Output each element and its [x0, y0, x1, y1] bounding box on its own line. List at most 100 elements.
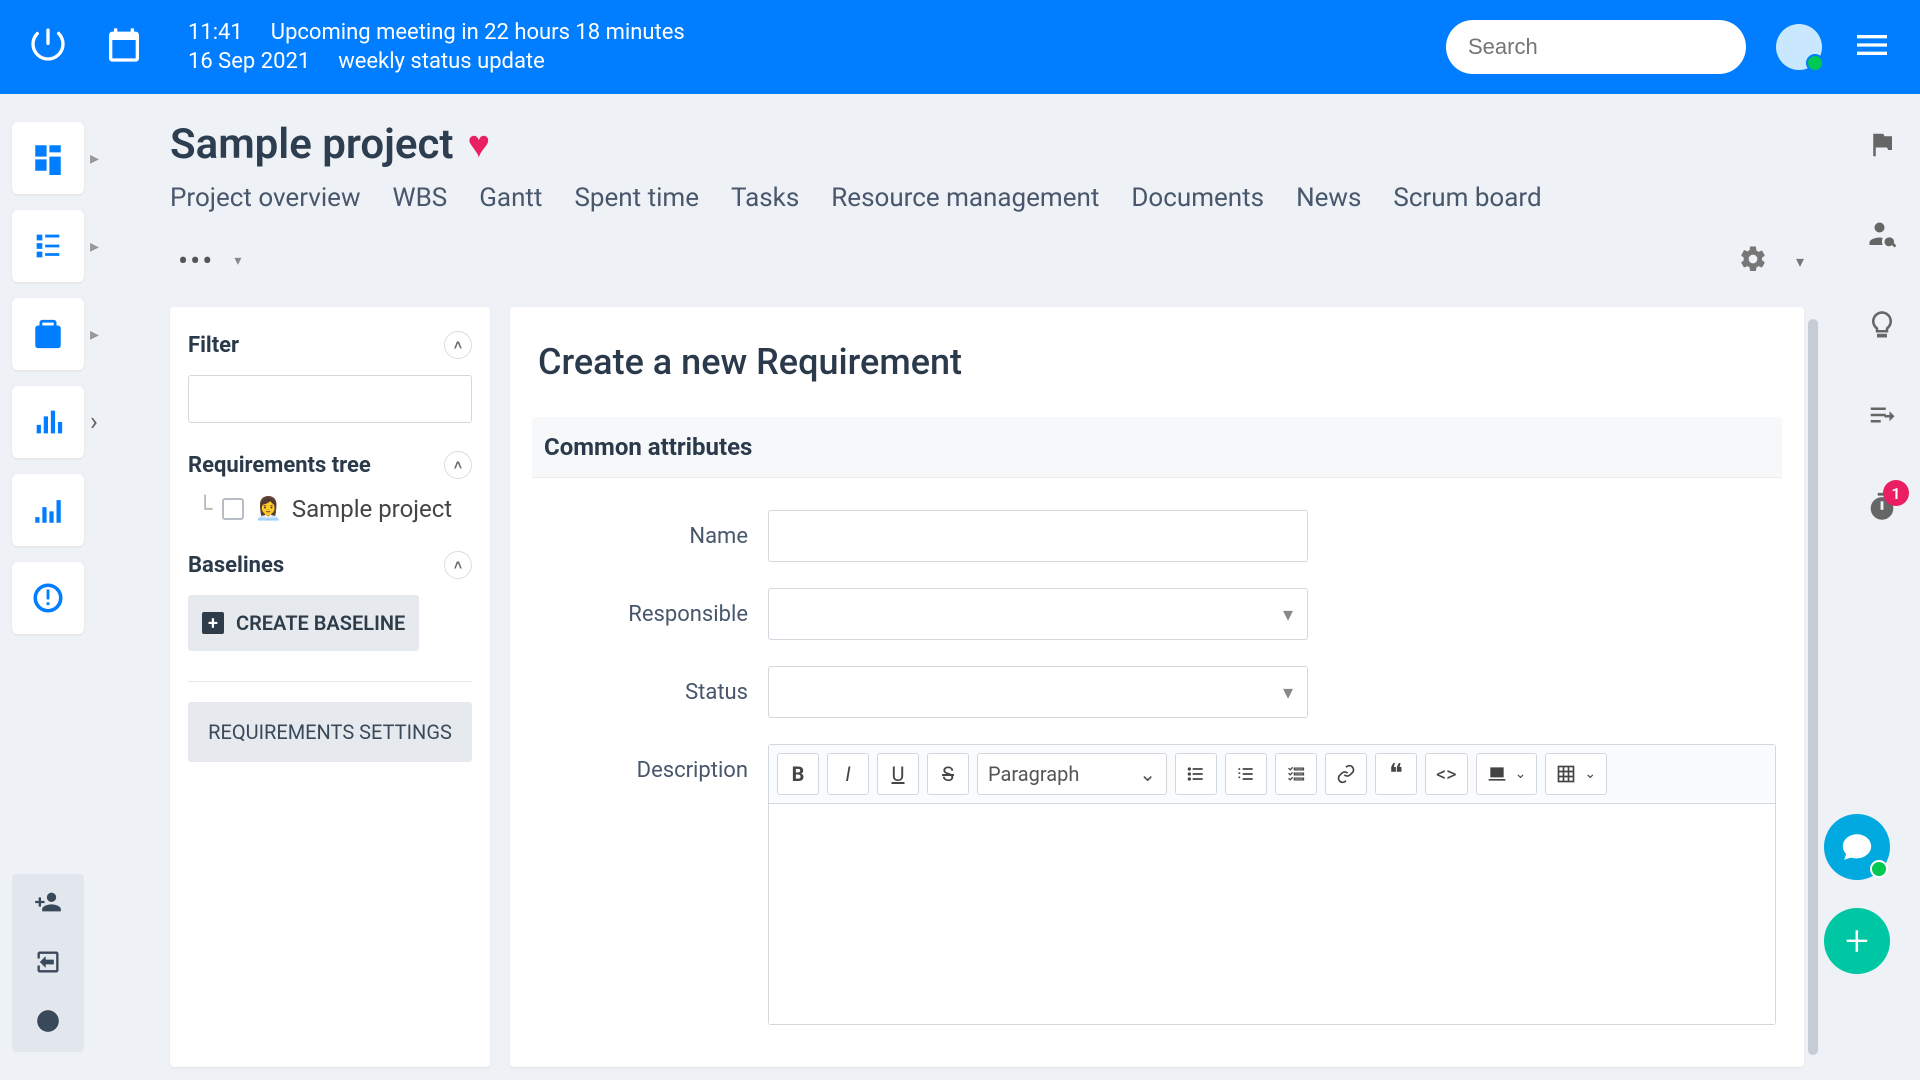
rail-tree-icon[interactable]	[12, 210, 84, 282]
header-date: 16 Sep 2021	[188, 49, 310, 74]
flag-icon[interactable]	[1867, 130, 1897, 164]
notification-badge: 1	[1883, 480, 1909, 506]
section-common-attributes: Common attributes	[532, 417, 1782, 478]
rail-dashboard-icon[interactable]	[12, 122, 84, 194]
rail-alert-icon[interactable]	[12, 562, 84, 634]
tree-checkbox[interactable]	[222, 498, 244, 520]
quote-button[interactable]: ❝	[1375, 753, 1417, 795]
paragraph-dropdown[interactable]: Paragraph ⌄	[977, 753, 1167, 795]
requirements-settings-button[interactable]: REQUIREMENTS SETTINGS	[188, 702, 472, 762]
tab-gantt[interactable]: Gantt	[479, 183, 542, 213]
add-user-icon[interactable]	[34, 888, 62, 920]
chevron-right-icon[interactable]: ›	[90, 407, 98, 437]
bold-button[interactable]: B	[777, 753, 819, 795]
tab-overview[interactable]: Project overview	[170, 183, 361, 213]
chevron-down-icon: ⌄	[1515, 766, 1527, 782]
header-time: 11:41	[188, 20, 243, 45]
person-icon: 👩‍💼	[254, 497, 281, 522]
project-tabs: Project overview WBS Gantt Spent time Ta…	[170, 183, 1804, 213]
chevron-right-icon: ▸	[90, 148, 99, 169]
left-panel: Filter ˄ Requirements tree ˄ └ 👩‍💼 Sampl…	[170, 307, 490, 1067]
rail-bottom-group	[12, 874, 84, 1052]
stopwatch-icon[interactable]: 1	[1865, 490, 1899, 528]
tab-wbs[interactable]: WBS	[393, 183, 448, 213]
filter-input[interactable]	[188, 375, 472, 423]
numbered-list-button[interactable]	[1225, 753, 1267, 795]
label-status: Status	[538, 680, 768, 705]
logout-icon[interactable]	[34, 948, 62, 980]
strikethrough-button[interactable]: S	[927, 753, 969, 795]
embed-button[interactable]: ⌄	[1476, 753, 1538, 795]
header-info: 11:41 Upcoming meeting in 22 hours 18 mi…	[188, 20, 685, 74]
paragraph-label: Paragraph	[988, 762, 1079, 786]
more-menu[interactable]: ••• ▾	[170, 238, 251, 285]
chevron-right-icon: ▸	[90, 324, 99, 345]
code-button[interactable]: <>	[1425, 753, 1468, 795]
header-meeting-title: weekly status update	[338, 49, 545, 74]
bullet-list-button[interactable]	[1175, 753, 1217, 795]
baselines-title: Baselines	[188, 553, 284, 578]
tab-news[interactable]: News	[1296, 183, 1361, 213]
create-baseline-button[interactable]: + CREATE BASELINE	[188, 595, 419, 651]
tree-title: Requirements tree	[188, 453, 371, 478]
tab-spent-time[interactable]: Spent time	[574, 183, 699, 213]
checklist-button[interactable]	[1275, 753, 1317, 795]
collapse-baselines-icon[interactable]: ˄	[444, 551, 472, 579]
tab-tasks[interactable]: Tasks	[731, 183, 799, 213]
calendar-icon[interactable]	[104, 25, 144, 69]
gear-icon[interactable]	[1738, 244, 1768, 278]
plus-icon: +	[202, 612, 224, 634]
chevron-down-icon: ⌄	[1139, 762, 1156, 786]
main-column: Sample project ♥ Project overview WBS Ga…	[130, 94, 1844, 1080]
label-description: Description	[538, 744, 768, 783]
chevron-down-icon: ▾	[1283, 602, 1293, 626]
tab-scrum[interactable]: Scrum board	[1393, 183, 1541, 213]
rail-clipboard-icon[interactable]	[12, 298, 84, 370]
chevron-right-icon: ▸	[90, 236, 99, 257]
info-icon[interactable]	[35, 1008, 61, 1038]
tree-item-root[interactable]: └ 👩‍💼 Sample project	[198, 495, 472, 523]
tab-resource[interactable]: Resource management	[831, 183, 1099, 213]
search-field[interactable]	[1468, 34, 1724, 60]
form-title: Create a new Requirement	[538, 341, 1776, 383]
menu-icon[interactable]	[1852, 25, 1892, 69]
link-button[interactable]	[1325, 753, 1367, 795]
tree-item-label: Sample project	[292, 495, 452, 523]
chevron-down-icon[interactable]: ▾	[1796, 252, 1804, 271]
ellipsis-icon: •••	[178, 244, 214, 279]
rail-bar-chart-icon[interactable]	[12, 386, 84, 458]
person-search-icon[interactable]	[1867, 220, 1897, 254]
lightbulb-icon[interactable]	[1867, 310, 1897, 344]
list-settings-icon[interactable]	[1867, 400, 1897, 434]
project-title: Sample project	[170, 120, 454, 169]
select-responsible[interactable]: ▾	[768, 588, 1308, 640]
create-baseline-label: CREATE BASELINE	[236, 611, 405, 635]
top-bar: 11:41 Upcoming meeting in 22 hours 18 mi…	[0, 0, 1920, 94]
scrollbar[interactable]	[1808, 319, 1818, 1055]
requirements-settings-label: REQUIREMENTS SETTINGS	[208, 720, 452, 744]
avatar[interactable]	[1776, 24, 1822, 70]
power-icon[interactable]	[28, 25, 68, 69]
header-meeting-note: Upcoming meeting in 22 hours 18 minutes	[271, 20, 685, 45]
tree-branch-icon: └	[198, 495, 212, 523]
table-button[interactable]: ⌄	[1545, 753, 1607, 795]
rich-text-editor: B I U S Paragraph ⌄	[768, 744, 1776, 1025]
collapse-filter-icon[interactable]: ˄	[444, 331, 472, 359]
label-responsible: Responsible	[538, 602, 768, 627]
chevron-down-icon: ▾	[234, 253, 243, 269]
filter-title: Filter	[188, 333, 239, 358]
form-panel: Create a new Requirement Common attribut…	[510, 307, 1804, 1067]
select-status[interactable]: ▾	[768, 666, 1308, 718]
italic-button[interactable]: I	[827, 753, 869, 795]
search-input[interactable]	[1446, 20, 1746, 74]
underline-button[interactable]: U	[877, 753, 919, 795]
left-rail: ▸ ▸ ▸ ›	[0, 94, 130, 1080]
input-name[interactable]	[768, 510, 1308, 562]
editor-body[interactable]	[769, 804, 1775, 1024]
chevron-down-icon: ⌄	[1584, 766, 1596, 782]
rail-chart2-icon[interactable]	[12, 474, 84, 546]
tab-documents[interactable]: Documents	[1131, 183, 1264, 213]
label-name: Name	[538, 524, 768, 549]
heart-icon[interactable]: ♥	[468, 123, 491, 167]
collapse-tree-icon[interactable]: ˄	[444, 451, 472, 479]
